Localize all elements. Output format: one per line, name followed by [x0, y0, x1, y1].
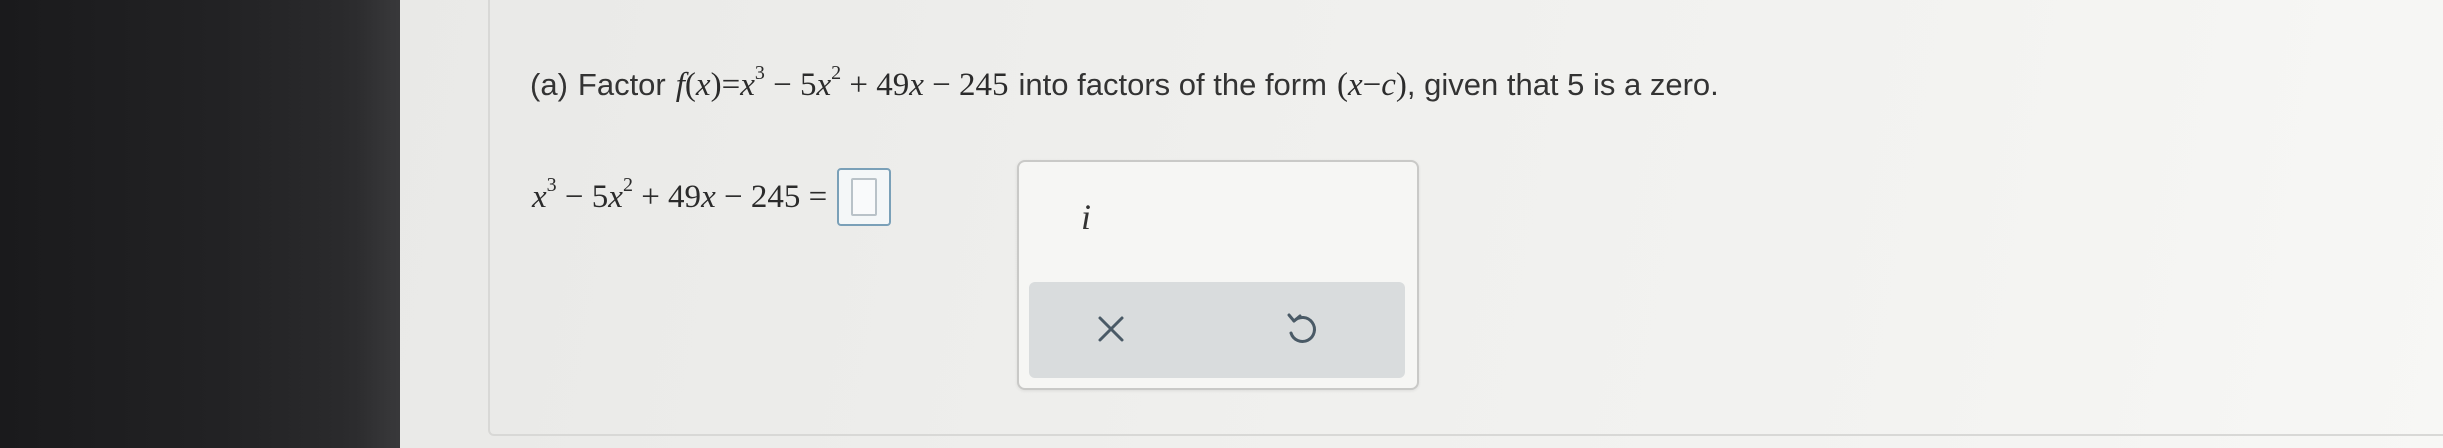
answer-equation: x3 − 5x2 + 49x − 245 = — [532, 168, 892, 226]
math-tools-panel: i — [1017, 160, 1419, 390]
function-expression: f(x)=x3 − 5x2 + 49x − 245 — [675, 62, 1009, 103]
question-middle: into factors of the form — [1018, 67, 1327, 102]
undo-icon — [1287, 313, 1316, 343]
equation-lhs: x3 − 5x2 + 49x − 245 = — [532, 174, 828, 215]
tool-actions-bar — [1029, 282, 1405, 378]
undo-button[interactable] — [1261, 296, 1341, 362]
x-icon — [1098, 316, 1124, 342]
question-text: (a) Factor f(x)=x3 − 5x2 + 49x − 245 int… — [530, 62, 1719, 104]
question-lead: Factor — [577, 67, 666, 102]
answer-input[interactable] — [837, 168, 892, 226]
question-tail: , given that 5 is a zero. — [1406, 67, 1719, 102]
part-label: (a) — [530, 67, 568, 102]
bezel-edge — [360, 0, 400, 448]
imaginary-i-button[interactable]: i — [1081, 196, 1091, 238]
factor-form: (x−c) — [1336, 67, 1407, 103]
screen: (a) Factor f(x)=x3 − 5x2 + 49x − 245 int… — [400, 0, 2443, 448]
function-name: f — [675, 67, 685, 103]
monitor-bezel — [0, 0, 400, 448]
input-cursor-box — [851, 178, 878, 216]
clear-button[interactable] — [1071, 296, 1151, 362]
